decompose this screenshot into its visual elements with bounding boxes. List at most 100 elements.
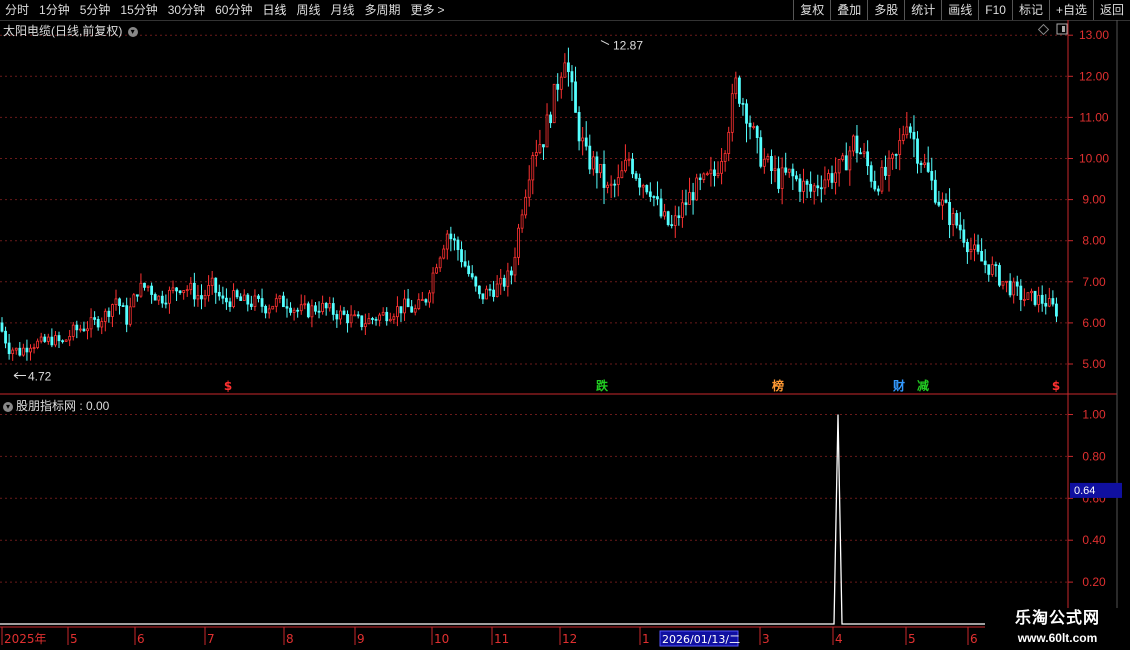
candle-body <box>787 168 791 173</box>
candle-body <box>413 308 417 313</box>
candle-body <box>392 316 396 320</box>
candle-body <box>1037 294 1041 305</box>
candle-body <box>449 233 453 240</box>
candle-body <box>841 155 845 160</box>
candle-body <box>299 304 303 312</box>
price-tick-label: 8.00 <box>1082 234 1106 248</box>
candle-body <box>146 285 150 288</box>
candle-body <box>175 287 178 292</box>
candle-body <box>331 303 335 315</box>
candle-body <box>403 298 406 314</box>
candle-body <box>777 168 780 189</box>
time-label: 4 <box>835 632 843 646</box>
candle-body <box>235 290 239 298</box>
candle-body <box>549 114 552 124</box>
candle-body <box>125 305 129 325</box>
price-tick-label: 10.00 <box>1079 152 1109 166</box>
candle-body <box>374 318 378 321</box>
time-label: 11 <box>494 632 509 646</box>
candle-body <box>591 156 595 170</box>
candle-body <box>762 158 766 167</box>
candle-body <box>545 114 549 148</box>
candle-body <box>602 163 606 188</box>
time-label: 1 <box>642 632 650 646</box>
candle-body <box>834 172 837 183</box>
candle-body <box>128 306 132 325</box>
chart-canvas[interactable]: 13.0012.0011.0010.009.008.007.006.005.00… <box>0 0 1130 650</box>
candle-body <box>627 158 631 161</box>
candle-body <box>567 62 570 73</box>
candle-body <box>103 310 107 322</box>
candle-body <box>303 303 307 306</box>
candle-body <box>86 328 89 332</box>
candle-body <box>983 260 987 266</box>
candle-body <box>114 298 118 305</box>
candle-body <box>100 321 104 328</box>
candle-body <box>969 248 973 253</box>
candle-body <box>584 137 588 147</box>
candle-body <box>253 295 257 307</box>
candle-body <box>474 276 478 287</box>
candle-body <box>527 179 531 198</box>
candle-body <box>723 153 727 162</box>
candle-body <box>684 202 688 205</box>
candle-body <box>809 183 813 192</box>
candle-body <box>225 297 228 303</box>
candle-body <box>0 322 4 332</box>
candle-body <box>182 290 186 294</box>
candle-body <box>139 282 143 297</box>
candle-body <box>891 154 894 159</box>
candle-body <box>727 131 731 154</box>
candle-body <box>534 152 538 156</box>
candle-body <box>869 165 873 182</box>
candle-body <box>1033 290 1037 305</box>
candle-body <box>1055 303 1058 317</box>
candle-body <box>695 177 699 201</box>
candle-body <box>773 168 777 171</box>
high-price-label: 12.87 <box>613 39 643 53</box>
candle-body <box>908 126 912 133</box>
candle-body <box>118 298 121 306</box>
time-label: 8 <box>286 632 294 646</box>
candle-body <box>987 264 991 275</box>
candle-body <box>713 169 716 176</box>
candle-body <box>71 324 75 337</box>
candle-body <box>1005 280 1008 283</box>
candle-body <box>246 294 250 305</box>
candle-body <box>396 306 399 318</box>
candle-body <box>937 201 941 206</box>
candle-body <box>581 137 585 142</box>
candle-body <box>570 71 574 83</box>
candle-body <box>342 310 346 315</box>
candle-body <box>249 303 253 307</box>
time-label: 5 <box>908 632 916 646</box>
candle-body <box>445 233 449 250</box>
indicator-title: ▾ 股朋指标网 : 0.00 <box>3 397 109 414</box>
candle-body <box>367 318 371 325</box>
candle-body <box>121 305 125 307</box>
candle-body <box>577 111 581 142</box>
candle-body <box>360 315 364 328</box>
low-price-label: 4.72 <box>28 370 52 384</box>
candle-body <box>702 173 706 180</box>
candle-body <box>791 168 795 177</box>
candle-body <box>89 317 93 330</box>
candle-body <box>36 340 40 348</box>
candle-body <box>823 179 827 189</box>
candle-body <box>50 336 54 346</box>
event-mark: 榜 <box>772 378 784 393</box>
candle-body <box>720 161 723 174</box>
candle-body <box>1030 290 1033 294</box>
candle-body <box>688 192 691 205</box>
candle-body <box>221 295 225 299</box>
candle-body <box>75 324 79 331</box>
chevron-down-icon[interactable]: ▾ <box>127 26 138 37</box>
window-toggle-inner-icon <box>1062 26 1065 32</box>
chevron-down-icon[interactable]: ▾ <box>3 401 13 412</box>
candle-body <box>663 211 666 217</box>
time-label: 6 <box>137 632 145 646</box>
candle-body <box>844 155 848 171</box>
candle-body <box>859 152 862 155</box>
candle-body <box>107 310 111 317</box>
candle-body <box>93 317 97 320</box>
